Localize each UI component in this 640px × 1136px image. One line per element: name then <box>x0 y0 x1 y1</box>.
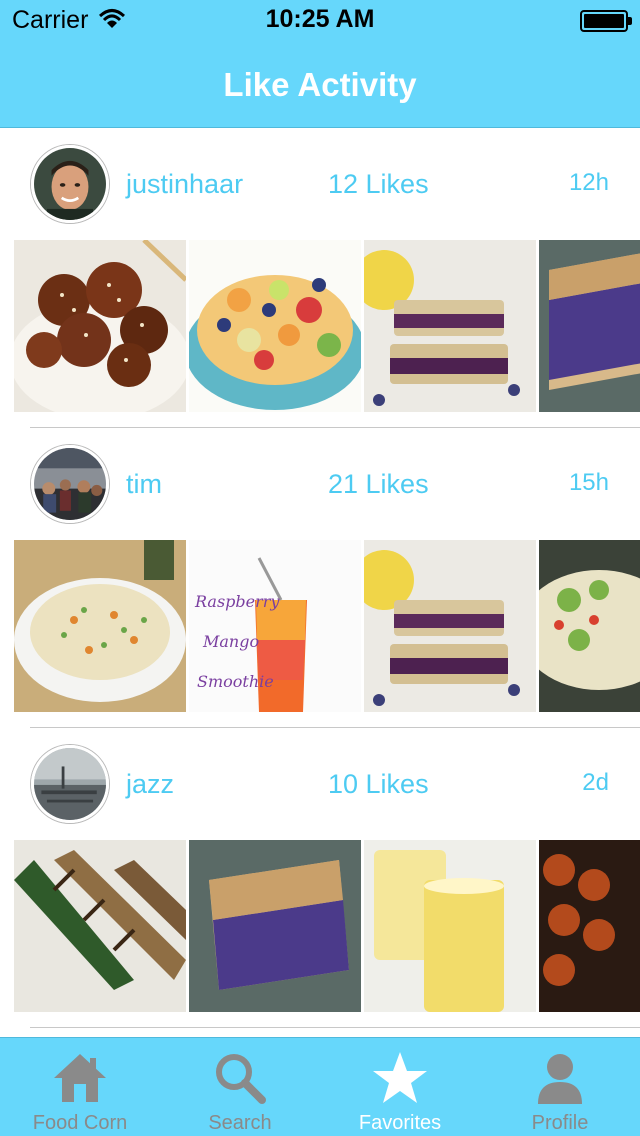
blueberry-pie-photo[interactable] <box>189 840 361 1012</box>
tab-favorites[interactable]: Favorites <box>320 1038 480 1136</box>
photo-strip[interactable]: Raspberry Mango Smoothie <box>14 540 640 712</box>
username-link[interactable]: tim <box>126 469 162 500</box>
username-link[interactable]: justinhaar <box>126 169 243 200</box>
tab-label: Profile <box>531 1112 589 1134</box>
nav-bar: Like Activity <box>0 40 640 128</box>
photo-strip[interactable] <box>14 840 640 1012</box>
house-icon <box>54 1054 106 1102</box>
like-activity-feed[interactable]: justinhaar 12 Likes 12h tim 21 Likes 15h… <box>0 129 640 1037</box>
blueberry-pie-photo[interactable] <box>539 240 640 412</box>
smoothie-caption-line: Raspberry <box>195 592 280 611</box>
page-title: Like Activity <box>223 66 417 103</box>
fruit-salad-photo[interactable] <box>189 240 361 412</box>
blueberry-crumble-bars-photo[interactable] <box>364 540 536 712</box>
card-divider <box>30 427 640 428</box>
blueberry-crumble-bars-photo[interactable] <box>364 240 536 412</box>
likes-count[interactable]: 10 Likes <box>328 769 429 800</box>
photo-strip[interactable] <box>14 240 640 412</box>
user-avatar[interactable] <box>31 445 109 523</box>
pasta-salad-photo[interactable] <box>539 540 640 712</box>
status-time: 10:25 AM <box>265 5 375 33</box>
smoothie-caption-line: Smoothie <box>197 672 274 691</box>
timestamp: 2d <box>582 769 609 796</box>
fried-rice-photo[interactable] <box>14 540 186 712</box>
activity-card: tim 21 Likes 15h Raspberry Mango Smoothi… <box>0 429 640 729</box>
tab-label: Food Corn <box>32 1112 128 1134</box>
timestamp: 15h <box>568 469 609 496</box>
tab-bar: Food Corn Search Favorites Profile <box>0 1037 640 1136</box>
username-link[interactable]: jazz <box>126 769 174 800</box>
user-avatar[interactable] <box>31 145 109 223</box>
tab-home[interactable]: Food Corn <box>0 1038 160 1136</box>
tab-search[interactable]: Search <box>160 1038 320 1136</box>
smoothie-caption: Raspberry Mango Smoothie <box>195 582 279 702</box>
smoothie-caption-line: Mango <box>203 632 260 651</box>
person-icon <box>538 1054 582 1104</box>
grilled-zucchini-photo[interactable] <box>14 840 186 1012</box>
card-divider <box>30 727 640 728</box>
tab-profile[interactable]: Profile <box>480 1038 640 1136</box>
activity-card: jazz 10 Likes 2d <box>0 729 640 1029</box>
search-icon <box>216 1054 266 1104</box>
lemonade-photo[interactable] <box>364 840 536 1012</box>
tab-label: Search <box>208 1112 272 1134</box>
likes-count[interactable]: 12 Likes <box>328 169 429 200</box>
sesame-chicken-photo[interactable] <box>14 240 186 412</box>
status-bar: Carrier 10:25 AM <box>0 0 640 40</box>
likes-count[interactable]: 21 Likes <box>328 469 429 500</box>
user-avatar[interactable] <box>31 745 109 823</box>
smoothie-photo[interactable]: Raspberry Mango Smoothie <box>189 540 361 712</box>
card-divider <box>30 1027 640 1028</box>
timestamp: 12h <box>568 169 609 196</box>
star-icon <box>373 1052 427 1103</box>
tab-label: Favorites <box>358 1112 442 1134</box>
battery-icon <box>580 10 632 32</box>
activity-card: justinhaar 12 Likes 12h <box>0 129 640 429</box>
meatballs-photo[interactable] <box>539 840 640 1012</box>
